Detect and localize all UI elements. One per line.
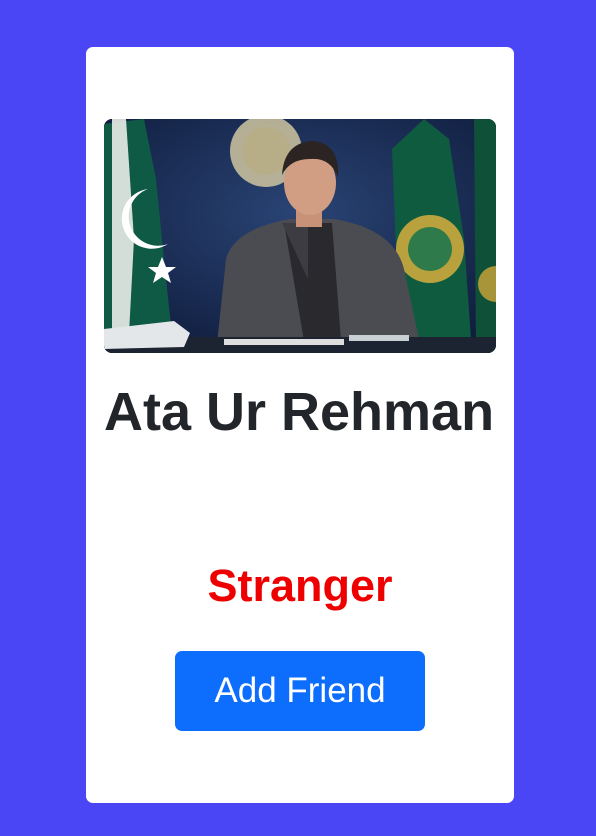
relationship-status: Stranger: [207, 560, 393, 611]
profile-name: Ata Ur Rehman: [104, 382, 495, 442]
add-friend-button[interactable]: Add Friend: [175, 651, 425, 731]
profile-photo: [104, 119, 496, 353]
profile-card: Ata Ur Rehman Stranger Add Friend: [86, 47, 514, 803]
portrait-illustration: [104, 119, 496, 353]
